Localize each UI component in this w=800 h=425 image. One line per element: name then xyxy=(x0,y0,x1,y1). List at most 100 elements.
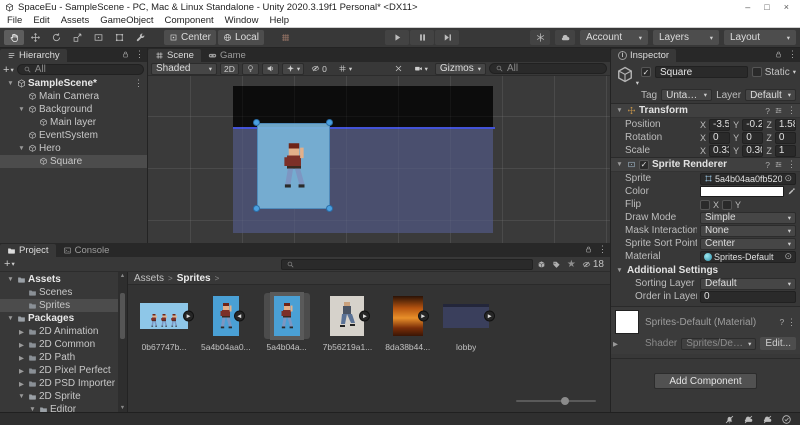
preset-icon[interactable] xyxy=(774,160,783,169)
scene-visibility-button[interactable]: 0 xyxy=(307,63,331,75)
order-in-layer-field[interactable]: 0 xyxy=(700,290,796,303)
component-menu-icon[interactable]: ⋮ xyxy=(787,105,796,116)
rotation-y-field[interactable]: 0 xyxy=(742,131,764,144)
asset-item[interactable]: ▶ 8da38b44... xyxy=(385,293,430,352)
hierarchy-item[interactable]: Square xyxy=(0,155,147,168)
project-tree-item[interactable]: ▶ 2D Common xyxy=(0,338,127,351)
static-checkbox[interactable] xyxy=(751,67,762,77)
rotate-tool-button[interactable] xyxy=(46,30,66,45)
foldout-arrow-icon[interactable]: ▶ xyxy=(17,328,26,336)
asset-item[interactable]: ▶ 7b56219a1... xyxy=(323,293,372,352)
transform-tool-button[interactable] xyxy=(109,30,129,45)
mask-interaction-dropdown[interactable]: None ▾ xyxy=(700,224,796,237)
notifications-muted-icon[interactable] xyxy=(724,414,735,425)
project-tree-item[interactable]: ▶ 2D PSD Importer xyxy=(0,377,127,390)
project-tree-item[interactable]: ▶ 2D Animation xyxy=(0,325,127,338)
scene-audio-button[interactable] xyxy=(261,62,279,75)
menu-edit[interactable]: Edit xyxy=(33,15,49,26)
material-object-field[interactable]: Sprites-Default ⊙ xyxy=(700,250,796,263)
project-tree-item[interactable]: ▼ Editor xyxy=(0,403,127,412)
help-icon[interactable]: ? xyxy=(779,317,784,327)
preset-icon[interactable] xyxy=(774,106,783,115)
foldout-arrow-icon[interactable]: ▼ xyxy=(615,267,624,274)
gameobject-icon-selector[interactable]: ▾ xyxy=(615,65,639,87)
panel-menu-icon[interactable]: ⋮ xyxy=(788,49,797,60)
play-button[interactable] xyxy=(385,30,409,45)
hierarchy-item[interactable]: ▼ SampleScene* ⋮ xyxy=(0,77,147,90)
scene-camera-dropdown[interactable]: ▾ xyxy=(410,63,432,75)
tool-settings-button[interactable] xyxy=(390,63,407,75)
component-menu-icon[interactable]: ⋮ xyxy=(787,317,796,327)
search-by-label-icon[interactable] xyxy=(552,260,561,269)
tree-scrollbar[interactable]: ▲ ▼ xyxy=(118,272,127,412)
flip-y-checkbox[interactable] xyxy=(722,199,733,210)
tab-game[interactable]: Game xyxy=(201,49,253,62)
static-toggle[interactable]: Static ▾ xyxy=(751,67,796,78)
project-tree-item[interactable]: ▶ 2D Pixel Perfect xyxy=(0,364,127,377)
pause-button[interactable] xyxy=(410,30,434,45)
component-menu-icon[interactable]: ⋮ xyxy=(787,159,796,170)
status-ok-icon[interactable] xyxy=(781,414,792,425)
collab-button[interactable] xyxy=(530,30,550,45)
lock-icon[interactable] xyxy=(774,50,783,59)
resize-handle-bottom-left[interactable] xyxy=(253,205,260,212)
scrollbar-thumb[interactable] xyxy=(120,293,125,339)
maximize-button[interactable]: □ xyxy=(764,2,769,12)
scene-search-input[interactable]: All xyxy=(489,63,607,74)
account-dropdown[interactable]: Account ▾ xyxy=(580,30,648,45)
project-tree-item[interactable]: ▼ Packages xyxy=(0,312,127,325)
foldout-arrow-icon[interactable]: ▶ xyxy=(17,380,26,388)
shader-dropdown[interactable]: Sprites/Default▾ xyxy=(681,337,757,350)
gameobject-name-field[interactable]: Square xyxy=(655,66,748,78)
rotation-z-field[interactable]: 0 xyxy=(774,131,796,144)
layer-dropdown[interactable]: Default ▾ xyxy=(745,89,797,101)
grid-settings-dropdown[interactable]: ▾ xyxy=(334,63,356,75)
rotation-toggle-button[interactable]: Local xyxy=(218,30,264,45)
project-tree-item[interactable]: ▼ 2D Sprite xyxy=(0,390,127,403)
cloud-sync-off-icon[interactable] xyxy=(743,414,754,425)
position-y-field[interactable]: -0.26 xyxy=(742,118,764,131)
foldout-arrow-icon[interactable]: ▼ xyxy=(17,393,26,400)
breadcrumb-sprites[interactable]: Sprites xyxy=(177,273,211,284)
lock-icon[interactable] xyxy=(584,245,593,254)
foldout-arrow-icon[interactable]: ▶ xyxy=(17,354,26,362)
hierarchy-item[interactable]: ▼ Background xyxy=(0,103,147,116)
hierarchy-search-input[interactable]: All xyxy=(16,64,144,75)
tab-scene[interactable]: Scene xyxy=(148,49,201,62)
tab-inspector[interactable]: i Inspector xyxy=(611,49,677,62)
foldout-arrow-icon[interactable]: ▼ xyxy=(6,276,15,283)
step-button[interactable] xyxy=(435,30,459,45)
cloud-button[interactable] xyxy=(555,30,575,45)
scene-menu-icon[interactable]: ⋮ xyxy=(134,78,143,89)
scroll-up-icon[interactable]: ▲ xyxy=(120,273,125,279)
hierarchy-item[interactable]: ▼ Hero xyxy=(0,142,147,155)
hand-tool-button[interactable] xyxy=(4,30,24,45)
rotation-x-field[interactable]: 0 xyxy=(709,131,731,144)
foldout-arrow-icon[interactable]: ▶ xyxy=(17,367,26,375)
menu-gameobject[interactable]: GameObject xyxy=(100,15,153,26)
thumbnail-zoom-slider[interactable] xyxy=(516,396,596,406)
additional-settings-foldout[interactable]: ▼ Additional Settings xyxy=(611,263,800,277)
grid-snapping-button[interactable] xyxy=(276,30,296,45)
project-create-button[interactable]: + ▾ xyxy=(4,258,15,270)
project-search-input[interactable] xyxy=(280,258,533,270)
draw-mode-dropdown[interactable]: Simple ▾ xyxy=(700,211,796,224)
selected-square-sprite[interactable] xyxy=(257,123,330,209)
tab-project[interactable]: Project xyxy=(0,244,56,257)
color-swatch[interactable] xyxy=(700,186,784,197)
scene-viewport[interactable] xyxy=(148,76,610,243)
add-component-button[interactable]: Add Component xyxy=(654,373,757,389)
scale-y-field[interactable]: 0.3075 xyxy=(742,144,764,157)
foldout-arrow-icon[interactable]: ▶ xyxy=(17,341,26,349)
search-by-type-icon[interactable] xyxy=(537,260,546,269)
tag-dropdown[interactable]: Untagged▾ xyxy=(661,89,713,101)
expand-sprites-badge[interactable]: ◀ xyxy=(233,310,245,322)
eyedropper-icon[interactable] xyxy=(787,187,796,196)
foldout-arrow-icon[interactable]: ▼ xyxy=(615,161,624,168)
foldout-arrow-icon[interactable]: ▼ xyxy=(17,145,26,152)
object-picker-icon[interactable]: ⊙ xyxy=(784,251,792,262)
resize-handle-bottom-right[interactable] xyxy=(326,205,333,212)
asset-item[interactable]: 5a4b04a... xyxy=(263,293,310,352)
project-tree-item[interactable]: ▶ 2D Path xyxy=(0,351,127,364)
asset-item[interactable]: ▶ 0b67747b... xyxy=(140,293,194,352)
